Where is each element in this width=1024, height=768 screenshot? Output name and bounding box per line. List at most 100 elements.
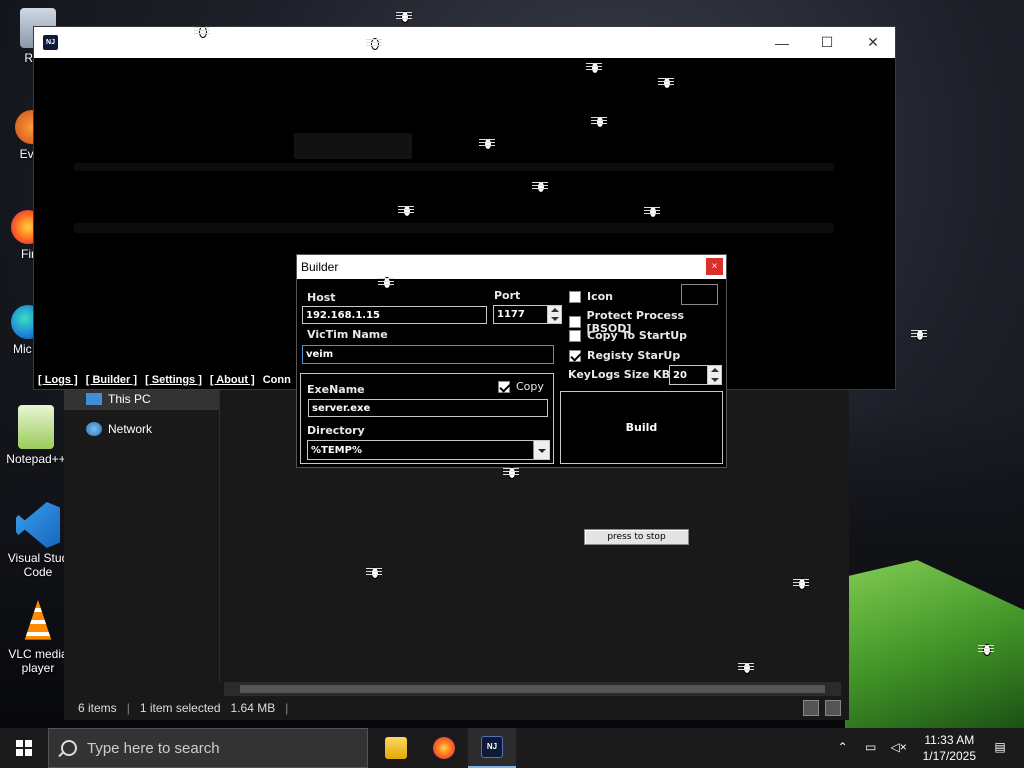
taskbar-njrat[interactable]: NJ xyxy=(468,728,516,768)
taskbar-search-box[interactable]: Type here to search xyxy=(48,728,368,768)
view-toggle-group xyxy=(803,700,841,716)
ghost-artifact xyxy=(74,223,834,233)
menu-builder[interactable]: [ Builder ] xyxy=(86,374,137,386)
copy-checkbox[interactable]: Copy xyxy=(498,380,544,393)
app-icon: NJ xyxy=(43,35,58,50)
explorer-status-bar: 6 items | 1 item selected 1.64 MB | xyxy=(64,696,849,720)
nav-item-label: Network xyxy=(108,422,153,436)
exename-label: ExeName xyxy=(307,383,365,396)
spider-sprite xyxy=(478,134,496,152)
scrollbar-thumb[interactable] xyxy=(240,685,825,693)
copy-to-startup-checkbox[interactable]: Copy To StartUp xyxy=(569,329,687,342)
status-selected: 1 item selected xyxy=(139,701,221,715)
host-field[interactable]: 192.168.1.15 xyxy=(302,306,487,324)
directory-select[interactable]: %TEMP% xyxy=(307,440,550,460)
copy-checkbox-label: Copy xyxy=(516,380,544,393)
network-icon xyxy=(86,422,102,436)
spider-sprite xyxy=(377,273,395,291)
icon-checkbox-label: Icon xyxy=(587,290,614,303)
clock-date: 1/17/2025 xyxy=(922,749,976,763)
icon-preview[interactable] xyxy=(681,284,718,305)
keylogs-size-label: KeyLogs Size KB xyxy=(568,368,671,381)
taskbar: Type here to search NJ ⌃ ▭ ◁× 11:33 AM 1… xyxy=(0,728,1024,768)
system-tray: ⌃ ▭ ◁× 11:33 AM 1/17/2025 ▤ xyxy=(829,728,1024,768)
horizontal-scrollbar[interactable] xyxy=(224,682,841,696)
builder-dialog: Builder × Host 192.168.1.15 Port 1177 Vi… xyxy=(296,254,727,468)
icon-checkbox-box[interactable] xyxy=(569,290,581,303)
icon-checkbox[interactable]: Icon xyxy=(569,290,613,303)
ghost-artifact xyxy=(74,163,834,171)
press-to-stop-button[interactable]: press to stop xyxy=(584,529,689,545)
main-window-titlebar[interactable]: NJ — ☐ ✕ xyxy=(34,27,895,58)
keylogs-spin-arrows[interactable] xyxy=(707,366,721,384)
copy-to-startup-checkbox-box[interactable] xyxy=(569,329,581,342)
status-size: 1.64 MB xyxy=(230,701,276,715)
menu-logs[interactable]: [ Logs ] xyxy=(38,374,78,386)
maximize-button[interactable]: ☐ xyxy=(804,27,850,58)
copy-checkbox-box[interactable] xyxy=(498,380,510,393)
volume-muted-icon[interactable]: ◁× xyxy=(889,740,909,756)
clock[interactable]: 11:33 AM 1/17/2025 xyxy=(913,732,986,764)
builder-titlebar[interactable]: Builder × xyxy=(297,255,726,279)
vlc-icon xyxy=(24,600,52,640)
search-icon xyxy=(61,740,77,756)
main-menu-bar: [ Logs ] [ Builder ] [ Settings ] [ Abou… xyxy=(38,374,291,386)
spider-sprite xyxy=(737,658,755,676)
spider-sprite xyxy=(193,22,211,40)
close-button[interactable]: ✕ xyxy=(850,27,896,58)
exename-field[interactable]: server.exe xyxy=(308,399,548,417)
ghost-artifact xyxy=(294,133,412,159)
spider-sprite xyxy=(977,640,995,658)
details-view-icon[interactable] xyxy=(803,700,819,716)
registry-startup-label: Registy StarUp xyxy=(587,349,681,362)
windows-logo-icon xyxy=(16,740,32,756)
spider-sprite xyxy=(792,574,810,592)
folder-icon xyxy=(385,737,407,759)
menu-connections[interactable]: Conn xyxy=(263,374,291,386)
spider-sprite xyxy=(365,563,383,581)
copy-to-startup-label: Copy To StartUp xyxy=(587,329,688,342)
port-stepper[interactable]: 1177 xyxy=(493,305,562,324)
notifications-icon[interactable]: ▤ xyxy=(990,740,1010,756)
nav-item-network[interactable]: Network xyxy=(86,422,152,436)
desktop-icon-notepadpp[interactable]: Notepad++ xyxy=(0,405,72,466)
nav-item-label: This PC xyxy=(108,392,151,406)
spider-sprite xyxy=(585,58,603,76)
spider-sprite xyxy=(397,201,415,219)
directory-selected-value: %TEMP% xyxy=(311,444,362,456)
vscode-icon xyxy=(16,502,60,548)
notepadpp-icon xyxy=(18,405,54,449)
registry-startup-checkbox-box[interactable] xyxy=(569,349,581,362)
host-label: Host xyxy=(307,291,336,304)
keylogs-size-stepper[interactable]: 20 xyxy=(669,365,722,385)
search-placeholder: Type here to search xyxy=(87,739,220,757)
minimize-button[interactable]: — xyxy=(759,27,805,58)
registry-startup-checkbox[interactable]: Registy StarUp xyxy=(569,349,680,362)
menu-about[interactable]: [ About ] xyxy=(210,374,255,386)
spider-sprite xyxy=(502,463,520,481)
nav-item-this-pc[interactable]: This PC xyxy=(64,388,219,410)
chevron-down-icon[interactable] xyxy=(533,441,549,459)
firefox-icon xyxy=(433,737,455,759)
desktop-icon-label: Notepad++ xyxy=(6,452,66,466)
taskbar-firefox[interactable] xyxy=(420,728,468,768)
menu-settings[interactable]: [ Settings ] xyxy=(145,374,202,386)
large-icons-view-icon[interactable] xyxy=(825,700,841,716)
victim-name-label: VicTim Name xyxy=(307,328,388,341)
port-label: Port xyxy=(494,289,521,302)
monitor-icon xyxy=(86,393,102,405)
protect-process-checkbox-box[interactable] xyxy=(569,316,581,328)
spider-sprite xyxy=(643,202,661,220)
start-button[interactable] xyxy=(0,728,48,768)
spider-sprite xyxy=(395,7,413,25)
spider-sprite xyxy=(657,73,675,91)
builder-close-button[interactable]: × xyxy=(706,258,723,275)
port-spin-arrows[interactable] xyxy=(547,306,561,323)
network-status-icon[interactable]: ▭ xyxy=(861,740,881,756)
clock-time: 11:33 AM xyxy=(924,733,975,747)
explorer-nav-pane: This PC Network xyxy=(64,378,220,682)
build-button[interactable]: Build xyxy=(560,391,723,464)
victim-name-field[interactable]: veim xyxy=(302,345,554,364)
taskbar-file-explorer[interactable] xyxy=(372,728,420,768)
chevron-up-icon[interactable]: ⌃ xyxy=(833,740,853,756)
